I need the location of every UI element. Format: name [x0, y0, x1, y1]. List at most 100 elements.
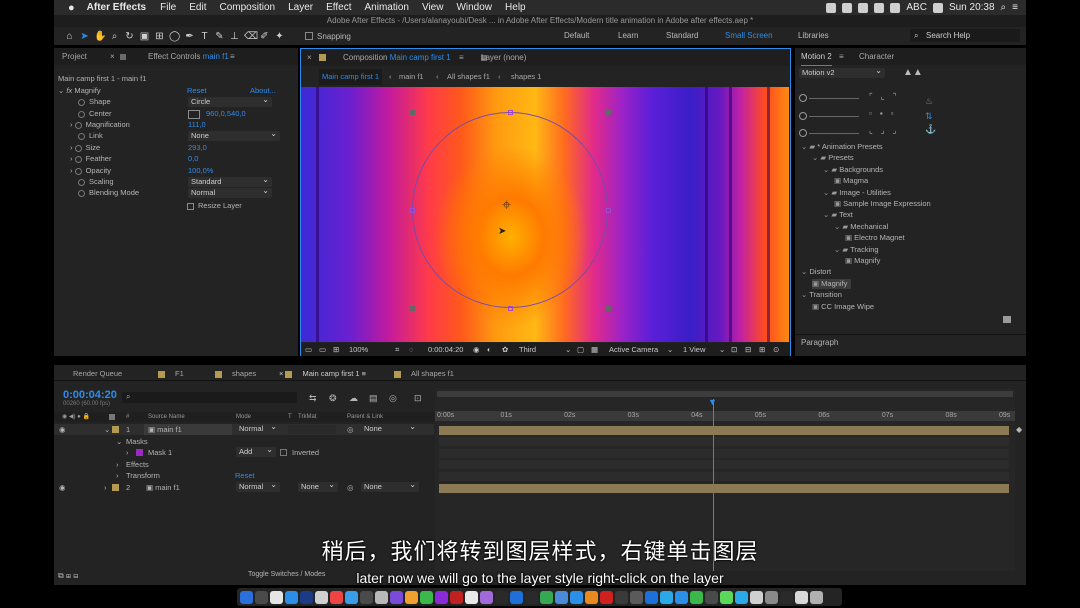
- trkmat-dropdown[interactable]: [288, 425, 336, 434]
- anchor-grid-icon[interactable]: ▫▪▫: [869, 109, 902, 118]
- workspace-default[interactable]: Default: [564, 31, 589, 40]
- slider-track[interactable]: [809, 98, 859, 99]
- column-trkmat[interactable]: TrkMat: [298, 412, 316, 422]
- preset-item[interactable]: ▣ Sample Image Expression: [834, 199, 931, 209]
- zoom-dropdown[interactable]: 100%: [349, 343, 368, 356]
- column-t[interactable]: T: [288, 412, 292, 422]
- tab-layer[interactable]: Layer (none): [481, 49, 526, 66]
- menu-help[interactable]: Help: [505, 2, 526, 13]
- transform-handle[interactable]: [606, 110, 611, 115]
- expand-arrow-icon[interactable]: ›: [116, 459, 119, 470]
- inverted-checkbox[interactable]: [280, 449, 287, 456]
- preset-folder[interactable]: ⌄ ▰ Text: [823, 210, 853, 220]
- dock-app-icon[interactable]: [375, 590, 388, 604]
- stopwatch-icon[interactable]: [78, 110, 85, 118]
- monitor-icon[interactable]: ▭: [319, 343, 326, 356]
- breadcrumb-item[interactable]: shapes 1: [511, 69, 541, 85]
- center-value[interactable]: 960,0,540,0: [188, 109, 246, 119]
- dock-app-icon[interactable]: [600, 590, 613, 604]
- transform-group-row[interactable]: › Transform Reset: [54, 470, 434, 481]
- dock-app-icon[interactable]: [465, 590, 478, 604]
- dock-app-icon[interactable]: [570, 590, 583, 604]
- tab-composition[interactable]: Composition Main camp first 1: [343, 49, 451, 66]
- transform-handle[interactable]: [410, 110, 415, 115]
- dock-app-icon[interactable]: [555, 590, 568, 604]
- dock-app-icon[interactable]: [795, 590, 808, 604]
- expand-arrow-icon[interactable]: ›: [116, 470, 119, 481]
- slider-knob-icon[interactable]: [799, 112, 807, 120]
- resolution-dropdown[interactable]: Third: [519, 343, 536, 356]
- mask-color-swatch[interactable]: [136, 449, 143, 456]
- menu-edit[interactable]: Edit: [189, 2, 206, 13]
- dock-app-icon[interactable]: [720, 590, 733, 604]
- grid-icon[interactable]: ⊞: [333, 343, 339, 356]
- breadcrumb-item[interactable]: main f1: [399, 69, 424, 85]
- graph-editor-icon[interactable]: ⊡: [414, 393, 422, 404]
- stopwatch-icon[interactable]: [74, 167, 82, 175]
- stopwatch-icon[interactable]: [74, 144, 82, 152]
- stopwatch-icon[interactable]: [78, 98, 85, 106]
- roto-brush-icon[interactable]: ✐: [259, 31, 270, 42]
- feather-value[interactable]: 0,0: [188, 154, 198, 164]
- column-source-name[interactable]: Source Name: [148, 412, 185, 422]
- workspace-small-screen[interactable]: Small Screen: [725, 31, 773, 40]
- dock-app-icon[interactable]: [525, 590, 538, 604]
- control-center-icon[interactable]: ≡: [1012, 2, 1018, 13]
- mask-vertex[interactable]: [410, 208, 415, 213]
- stopwatch-icon[interactable]: [78, 132, 85, 140]
- resize-layer-row[interactable]: Resize Layer: [187, 201, 242, 211]
- magnification-value[interactable]: 111,0: [188, 120, 206, 130]
- slider-knob-icon[interactable]: [799, 129, 807, 137]
- current-time[interactable]: 0:00:04:20: [428, 343, 463, 356]
- layer-name[interactable]: ▣ main f1: [144, 424, 232, 435]
- dock-app-icon[interactable]: [495, 590, 508, 604]
- composition-viewer[interactable]: ⌖ ➤: [301, 87, 789, 342]
- views-dropdown[interactable]: 1 View: [683, 343, 705, 356]
- dock-app-icon[interactable]: [435, 590, 448, 604]
- blending-mode-dropdown[interactable]: Normal: [188, 186, 272, 198]
- flowchart-icon[interactable]: ⊞: [759, 343, 765, 356]
- column-parent[interactable]: Parent & Link: [347, 412, 383, 422]
- effect-category[interactable]: ⌄ Transition: [801, 290, 842, 300]
- clone-stamp-icon[interactable]: ⊥: [229, 31, 240, 42]
- expand-arrow-icon[interactable]: ⌄: [58, 86, 64, 95]
- preset-folder[interactable]: ⌄ ▰ Backgrounds: [823, 165, 883, 175]
- eye-icon[interactable]: ◉: [59, 482, 66, 493]
- label-chip[interactable]: [112, 484, 119, 491]
- timeline-timecode[interactable]: 0:00:04:20: [63, 389, 117, 401]
- dock-app-icon[interactable]: [735, 590, 748, 604]
- dock-app-icon[interactable]: [345, 590, 358, 604]
- menu-window[interactable]: Window: [456, 2, 492, 13]
- roi-icon[interactable]: ▢: [577, 343, 584, 356]
- dock-app-icon[interactable]: [360, 590, 373, 604]
- fx-icon[interactable]: fx: [66, 86, 72, 95]
- comp-mini-flowchart-icon[interactable]: ⇆: [309, 393, 317, 404]
- mask-mode-dropdown[interactable]: Add: [236, 445, 276, 457]
- anchor-icon[interactable]: ⚓: [925, 124, 936, 135]
- mode-dropdown[interactable]: Normal: [236, 480, 280, 492]
- brush-tool-icon[interactable]: ✎: [214, 31, 225, 42]
- hand-tool-icon[interactable]: ✋: [94, 31, 106, 42]
- slider-track[interactable]: [809, 133, 859, 134]
- label-chip[interactable]: [112, 426, 119, 433]
- effect-reset-button[interactable]: Reset: [187, 86, 207, 96]
- stopwatch-icon[interactable]: [74, 121, 82, 129]
- transparency-grid-icon[interactable]: ▦: [591, 343, 598, 356]
- wifi-icon[interactable]: [874, 2, 885, 13]
- dock-app-icon[interactable]: [810, 590, 823, 604]
- playhead-icon[interactable]: ▼: [708, 397, 717, 407]
- comp-button-icon[interactable]: ◆: [1016, 425, 1022, 434]
- dock-app-icon[interactable]: [765, 590, 778, 604]
- workspace-learn[interactable]: Learn: [618, 31, 638, 40]
- stopwatch-icon[interactable]: [74, 155, 82, 163]
- dock-app-icon[interactable]: [270, 590, 283, 604]
- eye-icon[interactable]: ◉: [59, 424, 66, 435]
- masks-group-row[interactable]: ⌄ Masks: [54, 436, 434, 447]
- workspace-libraries[interactable]: Libraries: [798, 31, 829, 40]
- transform-reset-button[interactable]: Reset: [235, 470, 255, 481]
- puppet-tool-icon[interactable]: ✦: [274, 31, 285, 42]
- home-icon[interactable]: ⌂: [64, 31, 75, 42]
- dock-app-icon[interactable]: [315, 590, 328, 604]
- always-preview-icon[interactable]: ▭: [305, 343, 312, 356]
- work-area-bar[interactable]: [437, 391, 1013, 397]
